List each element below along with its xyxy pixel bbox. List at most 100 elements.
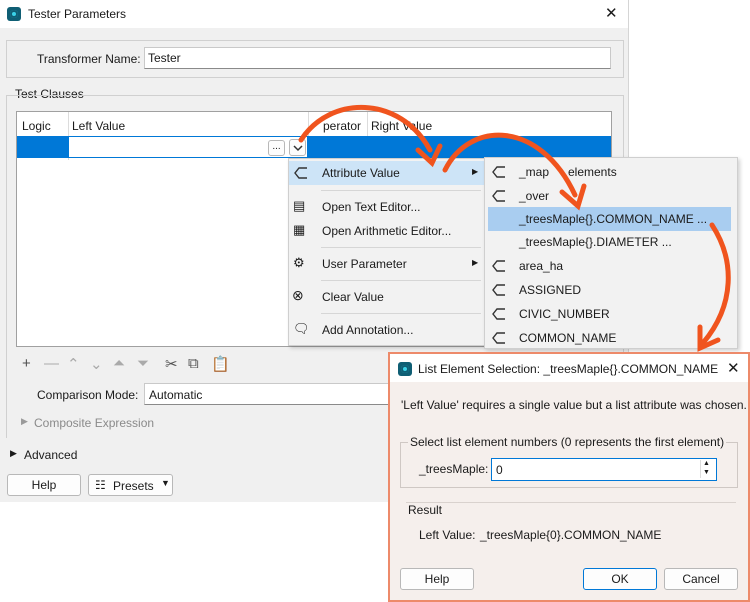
presets-label: Presets [113, 479, 154, 493]
attribute-label: area_ha [519, 259, 564, 273]
attribute-tag-icon [492, 332, 505, 344]
cut-icon[interactable]: ✂ [165, 355, 178, 373]
ok-button[interactable]: OK [583, 568, 657, 590]
composite-expression-toggle[interactable]: Composite Expression [34, 416, 154, 430]
menu-item-label: Open Arithmetic Editor... [322, 224, 452, 238]
annotation-icon: 🗨 [293, 321, 310, 336]
menu-separator [321, 313, 481, 314]
app-icon [398, 362, 412, 376]
attribute-tag-icon [492, 260, 505, 272]
user-parameter-icon: ⚙ [293, 255, 305, 270]
spin-up-icon[interactable]: ▲ [703, 460, 710, 467]
value-menu-button[interactable] [289, 139, 306, 156]
attribute-item-selected[interactable]: _treesMaple{}.COMMON_NAME ... [488, 207, 731, 231]
transformer-name-label: Transformer Name: [37, 52, 141, 66]
attribute-item[interactable]: _map elements [485, 160, 737, 184]
menu-item-label: User Parameter [322, 257, 407, 271]
menu-item-label: Attribute Value [322, 166, 400, 180]
transformer-name-value: Tester [148, 51, 181, 65]
move-down-icon[interactable]: ⌄ [90, 355, 103, 373]
attribute-item[interactable]: CIVIC_NUMBER [485, 302, 737, 326]
presets-button[interactable]: ☷ Presets ▼ [88, 474, 173, 496]
add-row-icon[interactable]: + [22, 355, 31, 372]
attribute-item[interactable]: area_ha [485, 254, 737, 278]
attribute-label: _over [519, 189, 550, 203]
menu-item-user-parameter[interactable]: ⚙ User Parameter ▶ [289, 252, 484, 276]
spin-buttons[interactable]: ▲ ▼ [700, 460, 713, 478]
attribute-tag-icon [294, 167, 307, 179]
menu-item-open-arithmetic-editor[interactable]: ▦ Open Arithmetic Editor... [289, 219, 484, 243]
attribute-item[interactable]: ASSIGNED [485, 278, 737, 302]
remove-row-icon[interactable]: — [44, 355, 59, 372]
menu-item-label: Open Text Editor... [322, 200, 421, 214]
presets-icon: ☷ [95, 478, 106, 492]
attribute-value-submenu: _map elements _over _treesMaple{}.COMMON… [484, 157, 738, 349]
column-operator[interactable]: perator [323, 119, 361, 133]
menu-separator [321, 280, 481, 281]
transformer-name-input[interactable]: Tester [144, 47, 611, 69]
column-logic[interactable]: Logic [22, 119, 51, 133]
attribute-item[interactable]: _over [485, 184, 737, 208]
comparison-mode-value: Automatic [149, 388, 203, 402]
paste-icon[interactable]: 📋 [211, 355, 230, 373]
table-row[interactable]: ... [17, 136, 611, 158]
attribute-tag-icon [492, 166, 505, 178]
result-label: Result [408, 503, 443, 517]
attribute-tag-icon [492, 190, 505, 202]
submenu-arrow-icon: ▶ [472, 167, 479, 176]
attribute-label: _treesMaple{}.DIAMETER ... [519, 235, 672, 249]
advanced-toggle[interactable]: Advanced [24, 448, 77, 462]
calculator-icon: ▦ [293, 222, 306, 237]
left-value-cell[interactable]: ... [68, 136, 308, 158]
comparison-mode-label: Comparison Mode: [37, 388, 139, 402]
close-icon[interactable]: ✕ [727, 359, 740, 377]
attribute-label: CIVIC_NUMBER [519, 307, 610, 321]
result-value: _treesMaple{0}.COMMON_NAME [480, 528, 662, 542]
ellipsis-button[interactable]: ... [268, 140, 285, 156]
app-icon [7, 7, 21, 21]
move-bottom-icon[interactable]: ⏷ [137, 355, 149, 372]
submenu-arrow-icon: ▶ [472, 258, 479, 267]
chevron-down-icon [293, 145, 303, 152]
move-up-icon[interactable]: ⌃ [67, 355, 80, 373]
column-left-value[interactable]: Left Value [72, 119, 125, 133]
value-context-menu: Attribute Value ▶ ▤ Open Text Editor... … [288, 158, 485, 346]
title-bar: Tester Parameters ✕ [0, 0, 628, 28]
menu-item-open-text-editor[interactable]: ▤ Open Text Editor... [289, 195, 484, 219]
list-element-selection-dialog: List Element Selection: _treesMaple{}.CO… [388, 352, 750, 602]
spin-down-icon[interactable]: ▼ [703, 469, 710, 476]
close-icon[interactable]: ✕ [605, 4, 618, 22]
result-divider [406, 502, 736, 503]
move-top-icon[interactable]: ⏶ [113, 355, 125, 372]
clear-circle-x-icon: ⊗ [292, 287, 304, 303]
cancel-button[interactable]: Cancel [664, 568, 738, 590]
text-editor-icon: ▤ [293, 198, 306, 213]
dialog-help-button[interactable]: Help [400, 568, 474, 590]
menu-item-clear-value[interactable]: ⊗ Clear Value [289, 285, 484, 309]
menu-item-label: Clear Value [322, 290, 384, 304]
attribute-label: _map [519, 165, 550, 179]
column-right-value[interactable]: Right Value [371, 119, 432, 133]
menu-item-add-annotation[interactable]: 🗨 Add Annotation... [289, 318, 484, 342]
expand-arrow-icon[interactable]: ▶ [21, 416, 28, 427]
attribute-tag-icon [492, 284, 505, 296]
attribute-label-tail: elements [568, 165, 617, 179]
expand-arrow-icon[interactable]: ▶ [10, 448, 17, 459]
menu-item-label: Add Annotation... [322, 323, 414, 337]
copy-icon[interactable]: ⧉ [188, 355, 199, 372]
menu-item-attribute-value[interactable]: Attribute Value ▶ [289, 161, 484, 185]
attribute-label: COMMON_NAME [519, 331, 617, 345]
list-index-input[interactable]: 0 ▲ ▼ [491, 458, 717, 481]
table-header: Logic Left Value perator Right Value [17, 112, 611, 160]
chevron-down-icon: ▼ [161, 478, 170, 488]
attribute-item[interactable]: _treesMaple{}.DIAMETER ... [485, 230, 737, 254]
attribute-label: ASSIGNED [519, 283, 582, 297]
help-button[interactable]: Help [7, 474, 81, 496]
list-index-value: 0 [496, 463, 503, 477]
dialog-title: List Element Selection: _treesMaple{}.CO… [418, 362, 719, 376]
attribute-tag-icon [492, 308, 505, 320]
result-prefix: Left Value: [419, 528, 476, 542]
window-title: Tester Parameters [28, 7, 127, 21]
attribute-item[interactable]: COMMON_NAME [485, 326, 737, 350]
comparison-mode-select[interactable]: Automatic [144, 383, 396, 405]
